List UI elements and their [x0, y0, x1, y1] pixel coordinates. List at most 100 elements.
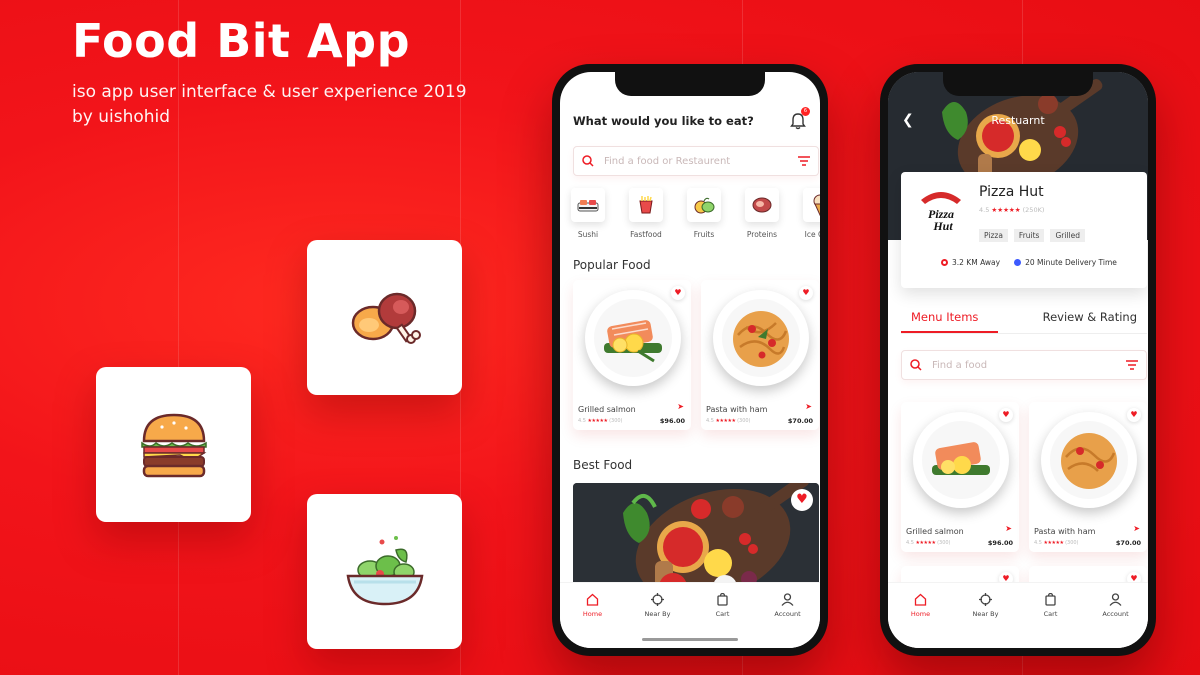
search-icon — [910, 359, 922, 371]
cart-icon — [717, 593, 728, 606]
food-plate — [1041, 412, 1137, 508]
food-card[interactable]: ♥ Grilled salmon ➤ 4.5 ★★★★★ (300) $96.0… — [573, 280, 691, 430]
pasta-dish-image — [733, 311, 789, 367]
salmon-dish-image — [932, 442, 990, 475]
food-name: Pasta with ham — [1034, 527, 1096, 536]
search-icon — [582, 155, 594, 167]
home-question: What would you like to eat? — [573, 114, 754, 128]
category-fastfood[interactable]: Fastfood — [628, 188, 664, 239]
delivery-time-info: 20 Minute Delivery Time — [1014, 258, 1117, 267]
distance-info: 3.2 KM Away — [941, 258, 1000, 267]
notch — [943, 72, 1093, 96]
best-food-title: Best Food — [573, 458, 633, 472]
favorite-heart-icon[interactable]: ♥ — [791, 489, 813, 511]
category-label: Proteins — [746, 230, 778, 239]
phone-restaurant: ❮ Restuarnt Pizza Hut Pizza Hut 4.5 ★★★★… — [880, 64, 1156, 656]
restaurant-screen: ❮ Restuarnt Pizza Hut Pizza Hut 4.5 ★★★★… — [888, 72, 1148, 648]
search-placeholder: Find a food — [932, 359, 988, 371]
navigation-arrow-icon[interactable]: ➤ — [677, 402, 684, 411]
tab-home[interactable]: Home — [894, 593, 948, 648]
crosshair-icon — [651, 593, 664, 606]
tab-label: Cart — [715, 610, 730, 618]
food-name: Grilled salmon — [578, 405, 636, 414]
home-indicator — [642, 638, 738, 641]
crosshair-icon — [979, 593, 992, 606]
food-price: $70.00 — [1115, 539, 1141, 547]
clock-icon — [1014, 259, 1022, 266]
navigation-arrow-icon[interactable]: ➤ — [1133, 524, 1140, 533]
tag-grilled[interactable]: Grilled — [1050, 229, 1085, 242]
pizza-hut-logo: Pizza Hut — [921, 192, 961, 233]
search-placeholder: Find a food or Restaurent — [604, 155, 731, 167]
food-price: $70.00 — [787, 417, 813, 425]
food-price: $96.00 — [987, 539, 1013, 547]
food-rating: 4.5 ★★★★★ (300) — [706, 418, 751, 424]
home-icon — [914, 593, 927, 606]
favorite-heart-icon[interactable]: ♥ — [671, 286, 685, 300]
food-card[interactable]: ♥ Pasta with ham ➤ 4.5 ★★★★★ (300) $70.0… — [1029, 402, 1147, 552]
home-search-input[interactable]: Find a food or Restaurent — [573, 146, 819, 176]
category-fruits[interactable]: Fruits — [686, 188, 722, 239]
tab-cart[interactable]: Cart — [1024, 593, 1078, 648]
user-icon — [781, 593, 794, 606]
category-sushi[interactable]: Sushi — [570, 188, 606, 239]
food-rating: 4.5 ★★★★★ (300) — [906, 540, 951, 546]
navigation-arrow-icon[interactable]: ➤ — [1005, 524, 1012, 533]
sushi-icon — [577, 200, 599, 212]
tab-label: Home — [582, 610, 603, 618]
food-card[interactable]: ♥ Pasta with ham ➤ 4.5 ★★★★★ (300) $70.0… — [701, 280, 819, 430]
hero-title: Food Bit App — [72, 14, 410, 68]
restaurant-name: Pizza Hut — [979, 184, 1044, 200]
restaurant-tabs: Menu Items Review & Rating — [901, 302, 1147, 334]
category-ice-cream[interactable]: Ice Crea — [802, 188, 820, 239]
tab-label: Home — [910, 610, 931, 618]
favorite-heart-icon[interactable]: ♥ — [999, 408, 1013, 422]
tag-fruits[interactable]: Fruits — [1013, 229, 1045, 242]
restaurant-tags: Pizza Fruits Grilled — [979, 229, 1085, 242]
category-label: Sushi — [577, 230, 599, 239]
category-list: Sushi Fastfood Fruits Proteins Ice Crea — [570, 188, 820, 239]
food-plate — [913, 412, 1009, 508]
tab-account[interactable]: Account — [1089, 593, 1143, 648]
hero-author: by uishohid — [72, 107, 171, 127]
tab-home[interactable]: Home — [566, 593, 620, 648]
svg-text:Hut: Hut — [932, 219, 953, 233]
navigation-arrow-icon[interactable]: ➤ — [805, 402, 812, 411]
filter-icon[interactable] — [1126, 360, 1138, 370]
salad-bowl-icon — [346, 535, 423, 605]
food-rating: 4.5 ★★★★★ (300) — [578, 418, 623, 424]
category-label: Fruits — [693, 230, 715, 239]
location-icon — [941, 259, 948, 266]
tab-near-by[interactable]: Near By — [959, 593, 1013, 648]
tab-label: Account — [1102, 610, 1129, 618]
burger-icon — [140, 413, 207, 477]
tab-label: Near By — [644, 610, 671, 618]
user-icon — [1109, 593, 1122, 606]
category-proteins[interactable]: Proteins — [744, 188, 780, 239]
food-name: Pasta with ham — [706, 405, 768, 414]
notch — [615, 72, 765, 96]
filter-icon[interactable] — [798, 156, 810, 166]
tab-menu-items[interactable]: Menu Items — [901, 302, 999, 333]
home-icon — [586, 593, 599, 606]
salmon-dish-image — [604, 320, 662, 363]
tab-label: Account — [774, 610, 801, 618]
category-label: Ice Crea — [804, 230, 820, 239]
food-name: Grilled salmon — [906, 527, 964, 536]
tab-review-rating[interactable]: Review & Rating — [1033, 302, 1147, 333]
proteins-icon — [752, 197, 772, 213]
favorite-heart-icon[interactable]: ♥ — [799, 286, 813, 300]
restaurant-search-input[interactable]: Find a food — [901, 350, 1147, 380]
tile-burger — [96, 367, 251, 522]
food-card[interactable]: ♥ Grilled salmon ➤ 4.5 ★★★★★ (300) $96.0… — [901, 402, 1019, 552]
fruits-icon — [694, 197, 715, 214]
tab-account[interactable]: Account — [761, 593, 815, 648]
tab-label: Near By — [972, 610, 999, 618]
cart-icon — [1045, 593, 1056, 606]
tag-pizza[interactable]: Pizza — [979, 229, 1008, 242]
favorite-heart-icon[interactable]: ♥ — [1127, 408, 1141, 422]
food-rating: 4.5 ★★★★★ (300) — [1034, 540, 1079, 546]
tile-salad — [307, 494, 462, 649]
restaurant-info-card: Pizza Hut Pizza Hut 4.5 ★★★★★ (250K) Piz… — [901, 172, 1147, 288]
bottom-tabbar: Home Near By Cart Account — [888, 582, 1148, 648]
